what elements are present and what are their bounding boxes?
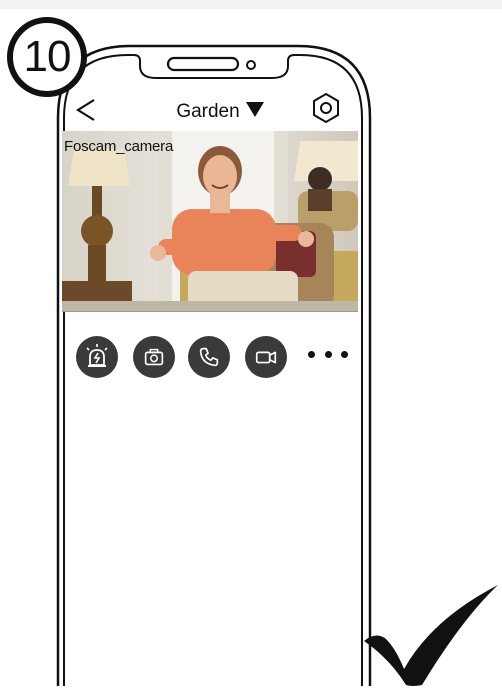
step-number: 10 xyxy=(23,32,72,81)
snapshot-camera-icon xyxy=(144,348,164,366)
video-frame-image xyxy=(62,131,358,311)
front-camera xyxy=(246,60,256,70)
step-number-badge: 10 xyxy=(7,17,87,97)
phone-call-icon xyxy=(199,347,219,367)
hexagon-gear-icon[interactable] xyxy=(310,92,342,124)
device-title: Garden xyxy=(176,101,240,122)
checkmark-icon xyxy=(364,585,498,686)
video-divider xyxy=(62,311,358,312)
device-title-dropdown[interactable]: Garden xyxy=(150,101,290,123)
live-video-view[interactable]: Foscam_camera xyxy=(62,131,358,311)
alarm-siren-button[interactable] xyxy=(76,336,118,378)
chevron-left-icon[interactable] xyxy=(74,96,98,124)
more-dots-icon[interactable] xyxy=(308,344,348,364)
more-dot xyxy=(308,350,315,358)
alarm-siren-icon xyxy=(86,344,108,367)
more-dot xyxy=(324,350,332,358)
camera-name-label: Foscam_camera xyxy=(64,138,174,155)
record-button[interactable] xyxy=(245,336,287,378)
video-record-icon xyxy=(255,351,277,364)
more-dot xyxy=(341,350,348,358)
call-button[interactable] xyxy=(188,336,230,378)
snapshot-button[interactable] xyxy=(133,336,175,378)
speaker-slot xyxy=(166,56,240,72)
triangle-down-icon xyxy=(245,102,264,117)
control-bar xyxy=(76,336,356,380)
